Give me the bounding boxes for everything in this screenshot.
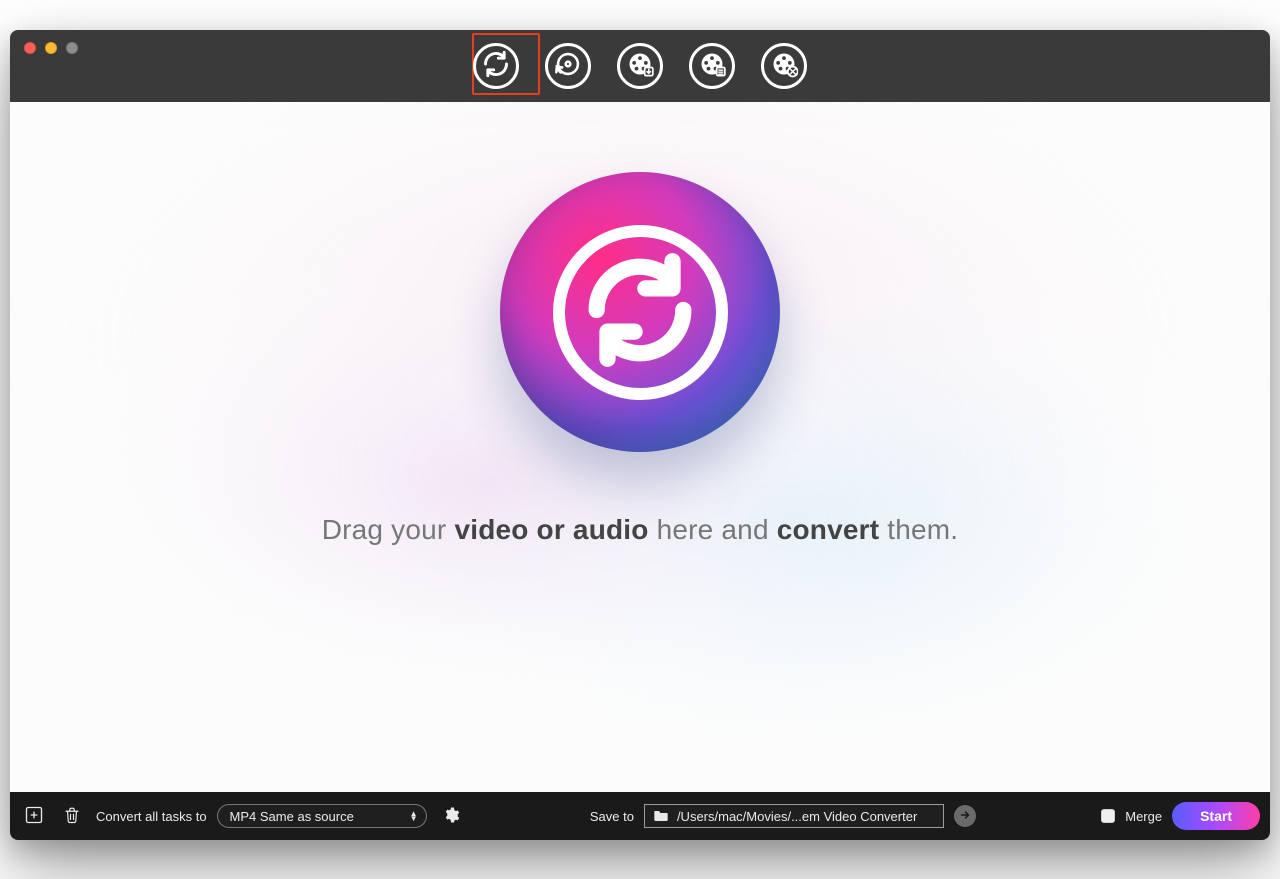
merge-checkbox[interactable] xyxy=(1101,809,1115,823)
clear-list-button[interactable] xyxy=(58,802,86,830)
app-window: Drag your video or audio here and conver… xyxy=(10,30,1270,840)
toolbox-tab[interactable] xyxy=(761,43,807,89)
save-path-value: /Users/mac/Movies/...em Video Converter xyxy=(677,809,917,824)
convert-all-label: Convert all tasks to xyxy=(96,809,207,824)
reel-tools-icon xyxy=(770,50,798,83)
trash-icon xyxy=(63,805,81,828)
open-save-folder-button[interactable] xyxy=(954,805,976,827)
merge-label: Merge xyxy=(1125,809,1162,824)
convert-tab[interactable] xyxy=(473,43,519,89)
convert-hero-ring xyxy=(553,225,728,400)
refresh-arrows-icon xyxy=(575,245,705,380)
window-minimize-button[interactable] xyxy=(45,42,57,54)
add-file-button[interactable] xyxy=(20,802,48,830)
save-path-field[interactable]: /Users/mac/Movies/...em Video Converter xyxy=(644,804,944,828)
drop-hint-b1: video or audio xyxy=(454,514,648,545)
output-settings-button[interactable] xyxy=(437,802,465,830)
drop-hint-p3: them. xyxy=(879,514,958,545)
disc-icon xyxy=(554,50,582,83)
reel-edit-icon xyxy=(698,50,726,83)
edit-tab[interactable] xyxy=(689,43,735,89)
traffic-lights xyxy=(24,42,78,54)
top-tabs xyxy=(473,43,807,89)
updown-icon: ▲▼ xyxy=(408,811,420,821)
footer-bar: Convert all tasks to MP4 Same as source … xyxy=(10,792,1270,840)
gear-icon xyxy=(442,806,460,827)
reel-download-icon xyxy=(626,50,654,83)
start-button[interactable]: Start xyxy=(1172,802,1260,830)
convert-icon xyxy=(482,50,510,83)
window-zoom-button[interactable] xyxy=(66,42,78,54)
download-tab[interactable] xyxy=(617,43,663,89)
arrow-right-icon xyxy=(959,809,971,824)
plus-icon xyxy=(24,805,44,828)
window-close-button[interactable] xyxy=(24,42,36,54)
convert-hero-icon xyxy=(500,172,780,452)
save-to-label: Save to xyxy=(590,809,634,824)
drop-hint-p2: here and xyxy=(649,514,777,545)
titlebar xyxy=(10,30,1270,102)
drop-zone[interactable]: Drag your video or audio here and conver… xyxy=(10,102,1270,792)
drop-hint-b2: convert xyxy=(777,514,880,545)
folder-icon xyxy=(653,808,669,825)
drop-hint: Drag your video or audio here and conver… xyxy=(322,514,959,546)
output-format-value: MP4 Same as source xyxy=(230,809,354,824)
rip-tab[interactable] xyxy=(545,43,591,89)
drop-hint-p1: Drag your xyxy=(322,514,455,545)
output-format-select[interactable]: MP4 Same as source ▲▼ xyxy=(217,804,427,828)
start-button-label: Start xyxy=(1200,808,1232,824)
